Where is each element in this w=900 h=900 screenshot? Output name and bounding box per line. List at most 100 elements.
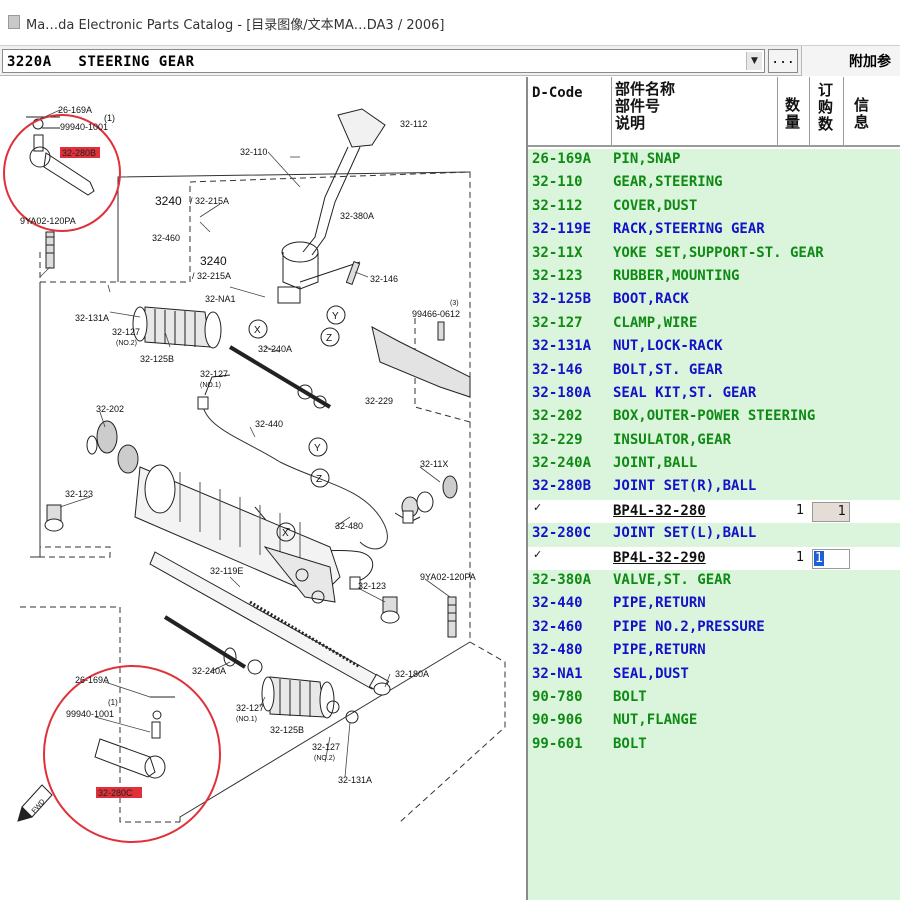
- column-header-part-name[interactable]: 部件名称 部件号 说明: [612, 77, 778, 145]
- table-row[interactable]: 32-127 CLAMP,WIRE: [528, 312, 900, 337]
- parts-list-header: D-Code 部件名称 部件号 说明 数 量 订 购 数 信 息: [528, 77, 900, 147]
- label-32-127-b[interactable]: 32-127: [200, 369, 228, 379]
- window-titlebar: Ma…da Electronic Parts Catalog - [目录图像/文…: [0, 0, 900, 46]
- table-row[interactable]: 32-131A NUT,LOCK-RACK: [528, 336, 900, 360]
- section-select[interactable]: 3220A STEERING GEAR ▼: [2, 49, 765, 73]
- label-32-131A-bot[interactable]: 32-131A: [338, 775, 372, 785]
- label-9ya02-right[interactable]: 9YA02-120PA: [420, 572, 476, 582]
- label-26-169A-bot[interactable]: 26-169A: [75, 675, 109, 685]
- part-number-row[interactable]: ✓ BP4L-32-290 1 1: [528, 546, 900, 571]
- select-checkbox[interactable]: ✓: [533, 548, 542, 561]
- section-select-value: 3220A STEERING GEAR: [7, 54, 195, 70]
- label-32-380A[interactable]: 32-380A: [340, 211, 374, 221]
- label-32-215A-a[interactable]: / 32-215A: [190, 196, 229, 206]
- label-32-440[interactable]: 32-440: [255, 419, 283, 429]
- table-row[interactable]: 32-146 BOLT,ST. GEAR: [528, 359, 900, 383]
- part-description: CLAMP,WIRE: [613, 314, 698, 331]
- part-description: PIPE NO.2,PRESSURE: [613, 618, 765, 635]
- part-description: PIN,SNAP: [613, 151, 681, 167]
- label-3240-a[interactable]: 3240: [155, 194, 182, 208]
- column-header-order-qty[interactable]: 订 购 数: [810, 77, 844, 145]
- parts-diagram[interactable]: 26-169A (1) 99940-1001 32-280B 9YA02-120…: [0, 77, 528, 900]
- browse-button[interactable]: ...: [768, 49, 798, 73]
- order-quantity-input[interactable]: 1: [812, 501, 850, 522]
- label-32-125B-bot[interactable]: 32-125B: [270, 725, 304, 735]
- label-32-125B-top[interactable]: 32-125B: [140, 354, 174, 364]
- label-32-119E[interactable]: 32-119E: [210, 566, 243, 576]
- label-32-280B[interactable]: 32-280B: [62, 148, 96, 158]
- table-row[interactable]: 90-780 BOLT: [528, 686, 900, 711]
- label-32-127-a[interactable]: 32-127: [112, 327, 140, 337]
- label-32-110[interactable]: 32-110: [240, 147, 267, 157]
- part-dcode: 32-240A: [532, 455, 592, 472]
- label-no1-a: (NO.1): [200, 382, 221, 389]
- label-32-131A-top[interactable]: 32-131A: [75, 313, 109, 323]
- table-row[interactable]: 26-169A PIN,SNAP: [528, 149, 900, 173]
- table-row[interactable]: 32-123 RUBBER,MOUNTING: [528, 265, 900, 290]
- label-32-146[interactable]: 32-146: [370, 274, 398, 284]
- table-row[interactable]: 32-240A JOINT,BALL: [528, 453, 900, 477]
- part-number-link[interactable]: BP4L-32-280: [613, 503, 706, 519]
- table-row[interactable]: 32-110 GEAR,STEERING: [528, 172, 900, 196]
- part-description: RACK,STEERING GEAR: [613, 221, 765, 238]
- part-dcode: 32-125B: [532, 291, 592, 308]
- table-row[interactable]: 32-280B JOINT SET(R),BALL: [528, 476, 900, 500]
- label-32-123-left[interactable]: 32-123: [65, 489, 93, 499]
- label-32-229[interactable]: 32-229: [365, 396, 393, 406]
- marker-x-2: X: [282, 528, 289, 539]
- column-header-dcode[interactable]: D-Code: [528, 77, 612, 145]
- label-32-112[interactable]: 32-112: [400, 119, 427, 129]
- part-number-row[interactable]: ✓ BP4L-32-280 1 1: [528, 499, 900, 524]
- part-dcode: 26-169A: [532, 151, 592, 167]
- table-row[interactable]: 32-229 INSULATOR,GEAR: [528, 429, 900, 454]
- header-name-line2: 部件号: [615, 97, 661, 115]
- table-row[interactable]: 32-480 PIPE,RETURN: [528, 640, 900, 664]
- header-order-line1: 订: [818, 81, 834, 99]
- label-32-460[interactable]: 32-460: [152, 233, 180, 243]
- extra-info-button[interactable]: 附加参: [801, 46, 900, 76]
- order-quantity-input[interactable]: 1: [812, 548, 850, 569]
- part-number-link[interactable]: BP4L-32-290: [613, 550, 706, 566]
- part-description: PIPE,RETURN: [613, 642, 706, 659]
- label-26-169A-top[interactable]: 26-169A: [58, 105, 92, 115]
- chevron-down-icon[interactable]: ▼: [746, 52, 762, 70]
- label-99940-bot[interactable]: 99940-1001: [66, 709, 114, 719]
- table-row[interactable]: 32-380A VALVE,ST. GEAR: [528, 570, 900, 594]
- column-header-info[interactable]: 信 息: [844, 77, 900, 145]
- label-32-202[interactable]: 32-202: [96, 404, 124, 414]
- label-32-127-d[interactable]: 32-127: [312, 742, 340, 752]
- table-row[interactable]: 32-180A SEAL KIT,ST. GEAR: [528, 382, 900, 407]
- table-row[interactable]: 32-112 COVER,DUST: [528, 195, 900, 220]
- table-row[interactable]: 32-125B BOOT,RACK: [528, 289, 900, 313]
- part-description: INSULATOR,GEAR: [613, 431, 732, 448]
- table-row[interactable]: 32-11X YOKE SET,SUPPORT-ST. GEAR: [528, 242, 900, 266]
- part-dcode: 32-127: [532, 314, 583, 331]
- table-row[interactable]: 32-460 PIPE NO.2,PRESSURE: [528, 616, 900, 641]
- table-row[interactable]: 90-906 NUT,FLANGE: [528, 710, 900, 734]
- label-32-215A-b[interactable]: / 32-215A: [192, 271, 231, 281]
- label-32-127-c[interactable]: 32-127: [236, 703, 264, 713]
- select-checkbox[interactable]: ✓: [533, 501, 542, 514]
- table-row[interactable]: 32-202 BOX,OUTER-POWER STEERING: [528, 406, 900, 430]
- marker-x: X: [254, 325, 261, 336]
- table-row[interactable]: 32-NA1 SEAL,DUST: [528, 663, 900, 687]
- label-32-123-right[interactable]: 32-123: [358, 581, 386, 591]
- label-9ya02-top[interactable]: 9YA02-120PA: [20, 216, 76, 226]
- label-32-480[interactable]: 32-480: [335, 521, 363, 531]
- label-32-240A-bot[interactable]: 32-240A: [192, 666, 226, 676]
- label-3240-b[interactable]: 3240: [200, 254, 227, 268]
- table-row[interactable]: 32-119E RACK,STEERING GEAR: [528, 219, 900, 243]
- label-32-NA1[interactable]: 32-NA1: [205, 294, 236, 304]
- table-row[interactable]: 32-440 PIPE,RETURN: [528, 593, 900, 617]
- column-header-quantity[interactable]: 数 量: [778, 77, 810, 145]
- table-row[interactable]: 99-601 BOLT: [528, 733, 900, 758]
- label-32-11X[interactable]: 32-11X: [420, 459, 448, 469]
- label-99940-top[interactable]: 99940-1001: [60, 122, 108, 132]
- table-row[interactable]: 32-280C JOINT SET(L),BALL: [528, 523, 900, 547]
- part-dcode: 32-123: [532, 267, 583, 284]
- label-32-180A[interactable]: 32-180A: [395, 669, 429, 679]
- label-99466[interactable]: 99466-0612: [412, 309, 460, 319]
- parts-list-empty-area: [528, 757, 900, 900]
- label-32-280C[interactable]: 32-280C: [98, 788, 133, 798]
- label-32-240A-top[interactable]: 32-240A: [258, 344, 292, 354]
